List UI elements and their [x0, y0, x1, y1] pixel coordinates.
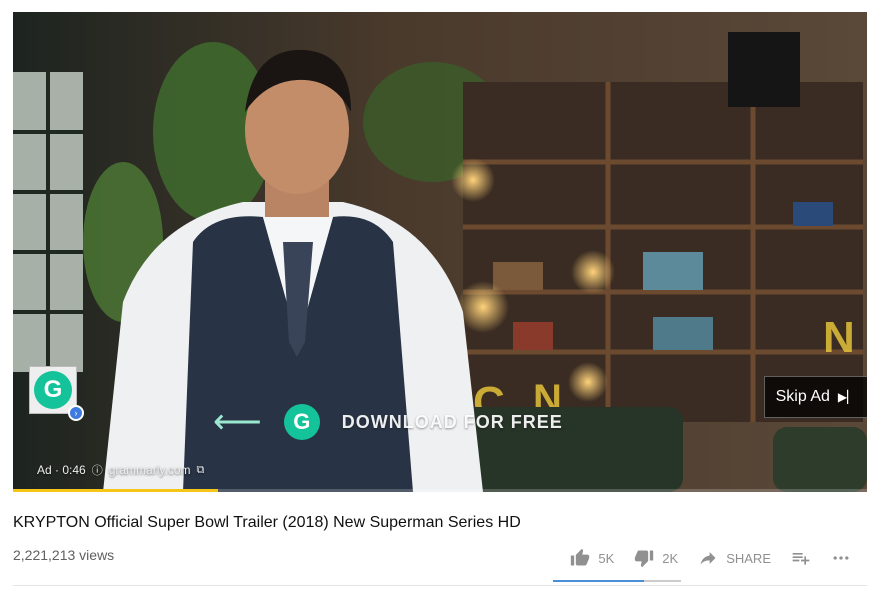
- skip-next-icon: ▶▏: [837, 390, 857, 404]
- grammarly-logo-icon: G: [34, 371, 72, 409]
- like-count: 5K: [598, 550, 615, 566]
- thumbs-down-icon: [635, 550, 654, 568]
- dislike-count: 2K: [662, 550, 679, 566]
- skip-ad-button[interactable]: Skip Ad ▶▏: [764, 376, 867, 418]
- more-horizontal-icon: [833, 556, 849, 560]
- ad-info: Ad · 0:46 ⓘ grammarly.com ⧉: [37, 462, 204, 478]
- info-icon[interactable]: ⓘ: [92, 462, 103, 478]
- share-button[interactable]: SHARE: [688, 544, 781, 572]
- sentiment-bar: [553, 580, 681, 582]
- more-actions-button[interactable]: [821, 544, 861, 572]
- promo-text: DOWNLOAD FOR FREE: [341, 411, 563, 432]
- video-actions: 5K 2K SHARE: [560, 544, 861, 572]
- video-player[interactable]: C N N G › ⟵ G DOWNLOAD FOR FREE Ad · 0:4…: [13, 12, 867, 492]
- view-count: 2,221,213 views: [13, 547, 115, 563]
- skip-ad-label: Skip Ad: [775, 388, 830, 405]
- playlist-add-icon: [792, 553, 810, 565]
- share-arrow-icon: [700, 552, 716, 565]
- ad-progress-fill: [13, 489, 218, 492]
- advertiser-thumbnail[interactable]: G ›: [29, 366, 84, 421]
- save-to-playlist-button[interactable]: [781, 544, 821, 572]
- thumbs-up-icon: [571, 548, 590, 566]
- arrow-left-icon: ⟵: [213, 403, 262, 441]
- ad-label: Ad · 0:46: [37, 463, 86, 477]
- sentiment-bar-likes: [553, 580, 644, 582]
- svg-text:N: N: [823, 313, 855, 362]
- like-button[interactable]: 5K: [560, 544, 624, 572]
- video-title: KRYPTON Official Super Bowl Trailer (201…: [13, 514, 521, 531]
- ad-progress-bar[interactable]: [13, 489, 867, 492]
- grammarly-logo-icon: G: [283, 404, 320, 440]
- ad-overlay-promo[interactable]: ⟵ G DOWNLOAD FOR FREE: [213, 404, 563, 440]
- youtube-watch-page: C N N G › ⟵ G DOWNLOAD FOR FREE Ad · 0:4…: [0, 0, 879, 596]
- ad-domain-link[interactable]: grammarly.com: [109, 463, 191, 477]
- chevron-right-icon: ›: [68, 405, 84, 421]
- share-label: SHARE: [726, 550, 771, 566]
- dislike-button[interactable]: 2K: [624, 544, 688, 572]
- external-link-icon[interactable]: ⧉: [197, 464, 205, 477]
- divider: [13, 585, 867, 586]
